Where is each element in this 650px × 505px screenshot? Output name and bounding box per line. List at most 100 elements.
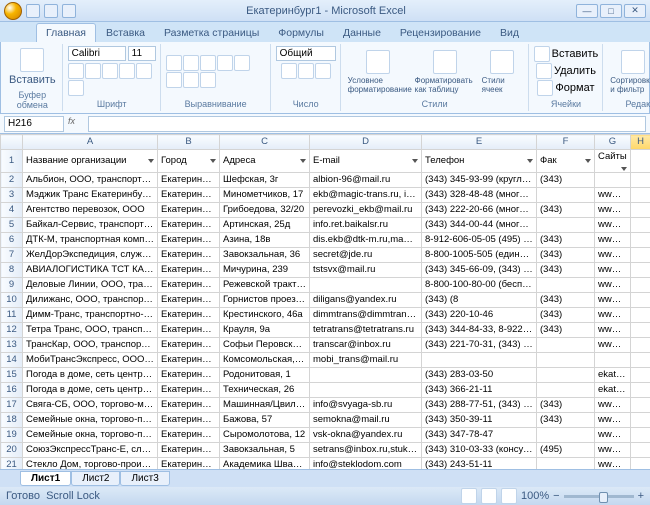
table-row[interactable]: 3Мэджик Транс Екатеринбург, ОООЕкатеринб… <box>1 188 650 203</box>
row-header-18[interactable]: 18 <box>1 413 23 428</box>
col-header-C[interactable]: C <box>220 135 310 150</box>
align-left-button[interactable] <box>234 55 250 71</box>
ribbon-tab-3[interactable]: Формулы <box>269 24 333 42</box>
qat-redo[interactable] <box>62 4 76 18</box>
row-header-11[interactable]: 11 <box>1 308 23 323</box>
row-header-1[interactable]: 1 <box>1 150 23 173</box>
ribbon-tab-4[interactable]: Данные <box>334 24 390 42</box>
name-box[interactable]: H216 <box>4 116 64 132</box>
table-row[interactable]: 15Погода в доме, сеть центров продЕкатер… <box>1 368 650 383</box>
col-header-E[interactable]: E <box>422 135 537 150</box>
col-header-F[interactable]: F <box>537 135 595 150</box>
table-row[interactable]: 18Семейные окна, торгово-производЕкатери… <box>1 413 650 428</box>
table-row[interactable]: 11Димм-Транс, транспортно-логистичЕкатер… <box>1 308 650 323</box>
fx-button[interactable]: fx <box>68 116 84 132</box>
wrap-text-button[interactable] <box>217 55 233 71</box>
table-row[interactable]: 17Свяга-СБ, ООО, торгово-монтажнаяЕкатер… <box>1 398 650 413</box>
zoom-slider[interactable] <box>564 495 634 498</box>
ribbon-tab-5[interactable]: Рецензирование <box>391 24 490 42</box>
font-color-button[interactable] <box>68 80 84 96</box>
number-format-select[interactable] <box>276 46 336 61</box>
col-header-G[interactable]: G <box>595 135 631 150</box>
cell-styles-button[interactable]: Стили ячеек <box>480 48 524 96</box>
ribbon-tab-2[interactable]: Разметка страницы <box>155 24 268 42</box>
row-header-21[interactable]: 21 <box>1 458 23 470</box>
col-header-H[interactable]: H <box>631 135 650 150</box>
zoom-out-button[interactable]: − <box>553 490 559 502</box>
underline-button[interactable] <box>102 63 118 79</box>
align-top-button[interactable] <box>166 55 182 71</box>
row-header-2[interactable]: 2 <box>1 173 23 188</box>
fill-color-button[interactable] <box>136 63 152 79</box>
table-row[interactable]: 12Тетра Транс, ООО, транспортная кЕкатер… <box>1 323 650 338</box>
row-header-16[interactable]: 16 <box>1 383 23 398</box>
filter-icon[interactable] <box>527 159 533 163</box>
col-header-B[interactable]: B <box>158 135 220 150</box>
table-row[interactable]: 2Альбион, ООО, транспортная компЕкатерин… <box>1 173 650 188</box>
table-row[interactable]: 14МобиТрансЭкспресс, ООО-Е, трансЕкатери… <box>1 353 650 368</box>
row-header-3[interactable]: 3 <box>1 188 23 203</box>
table-row[interactable]: 21Стекло Дом, торгово-производствеЕкатер… <box>1 458 650 470</box>
table-row[interactable]: 10Дилижанс, ООО, транспортная комЕкатери… <box>1 293 650 308</box>
filter-icon[interactable] <box>621 167 627 171</box>
minimize-button[interactable]: — <box>576 4 598 18</box>
sheet-tab-1[interactable]: Лист2 <box>71 471 120 486</box>
col-header-A[interactable]: A <box>23 135 158 150</box>
row-header-20[interactable]: 20 <box>1 443 23 458</box>
align-right-button[interactable] <box>183 72 199 88</box>
maximize-button[interactable]: □ <box>600 4 622 18</box>
table-row[interactable]: 19Семейные окна, торгово-производЕкатери… <box>1 428 650 443</box>
sort-filter-button[interactable]: Сортировка и фильтр <box>608 48 650 96</box>
col-header-[interactable] <box>1 135 23 150</box>
view-break-button[interactable] <box>501 488 517 504</box>
table-row[interactable]: 20СоюзЭкспрессТранс-Е, служба грузоЕкате… <box>1 443 650 458</box>
filter-icon[interactable] <box>585 159 591 163</box>
sheet-tab-2[interactable]: Лист3 <box>120 471 169 486</box>
zoom-in-button[interactable]: + <box>638 490 644 502</box>
currency-button[interactable] <box>281 63 297 79</box>
table-row[interactable]: 7ЖелДорЭкспедиция, служба перевЕкатеринб… <box>1 248 650 263</box>
close-button[interactable]: ✕ <box>624 4 646 18</box>
filter-icon[interactable] <box>210 159 216 163</box>
filter-icon[interactable] <box>300 159 306 163</box>
ribbon-tab-0[interactable]: Главная <box>36 23 96 42</box>
row-header-7[interactable]: 7 <box>1 248 23 263</box>
percent-button[interactable] <box>298 63 314 79</box>
row-header-13[interactable]: 13 <box>1 338 23 353</box>
border-button[interactable] <box>119 63 135 79</box>
font-size-select[interactable] <box>128 46 156 61</box>
row-header-6[interactable]: 6 <box>1 233 23 248</box>
row-header-17[interactable]: 17 <box>1 398 23 413</box>
filter-icon[interactable] <box>412 159 418 163</box>
table-row[interactable]: 13ТрансКар, ООО, транспортная компЕкатер… <box>1 338 650 353</box>
row-header-15[interactable]: 15 <box>1 368 23 383</box>
sheet-tab-0[interactable]: Лист1 <box>20 471 71 486</box>
row-header-19[interactable]: 19 <box>1 428 23 443</box>
insert-cells-button[interactable] <box>534 46 550 62</box>
bold-button[interactable] <box>68 63 84 79</box>
ribbon-tab-1[interactable]: Вставка <box>97 24 154 42</box>
row-header-12[interactable]: 12 <box>1 323 23 338</box>
merge-button[interactable] <box>200 72 216 88</box>
align-bottom-button[interactable] <box>200 55 216 71</box>
table-row[interactable]: 6ДТК-М, транспортная компанияЕкатеринбур… <box>1 233 650 248</box>
qat-undo[interactable] <box>44 4 58 18</box>
font-name-select[interactable] <box>68 46 126 61</box>
office-button[interactable] <box>4 2 22 20</box>
row-header-8[interactable]: 8 <box>1 263 23 278</box>
filter-icon[interactable] <box>148 159 154 163</box>
paste-button[interactable]: Вставить <box>7 46 58 88</box>
qat-save[interactable] <box>26 4 40 18</box>
table-row[interactable]: 16Погода в доме, сеть центров продЕкатер… <box>1 383 650 398</box>
row-header-10[interactable]: 10 <box>1 293 23 308</box>
view-layout-button[interactable] <box>481 488 497 504</box>
ribbon-tab-6[interactable]: Вид <box>491 24 528 42</box>
table-row[interactable]: 8АВИАЛОГИСТИКА ТСТ КАРГО, ООО,Екатеринбу… <box>1 263 650 278</box>
row-header-5[interactable]: 5 <box>1 218 23 233</box>
align-center-button[interactable] <box>166 72 182 88</box>
format-table-button[interactable]: Форматировать как таблицу <box>413 48 477 96</box>
comma-button[interactable] <box>315 63 331 79</box>
italic-button[interactable] <box>85 63 101 79</box>
col-header-D[interactable]: D <box>310 135 422 150</box>
format-cells-button[interactable] <box>537 80 553 96</box>
